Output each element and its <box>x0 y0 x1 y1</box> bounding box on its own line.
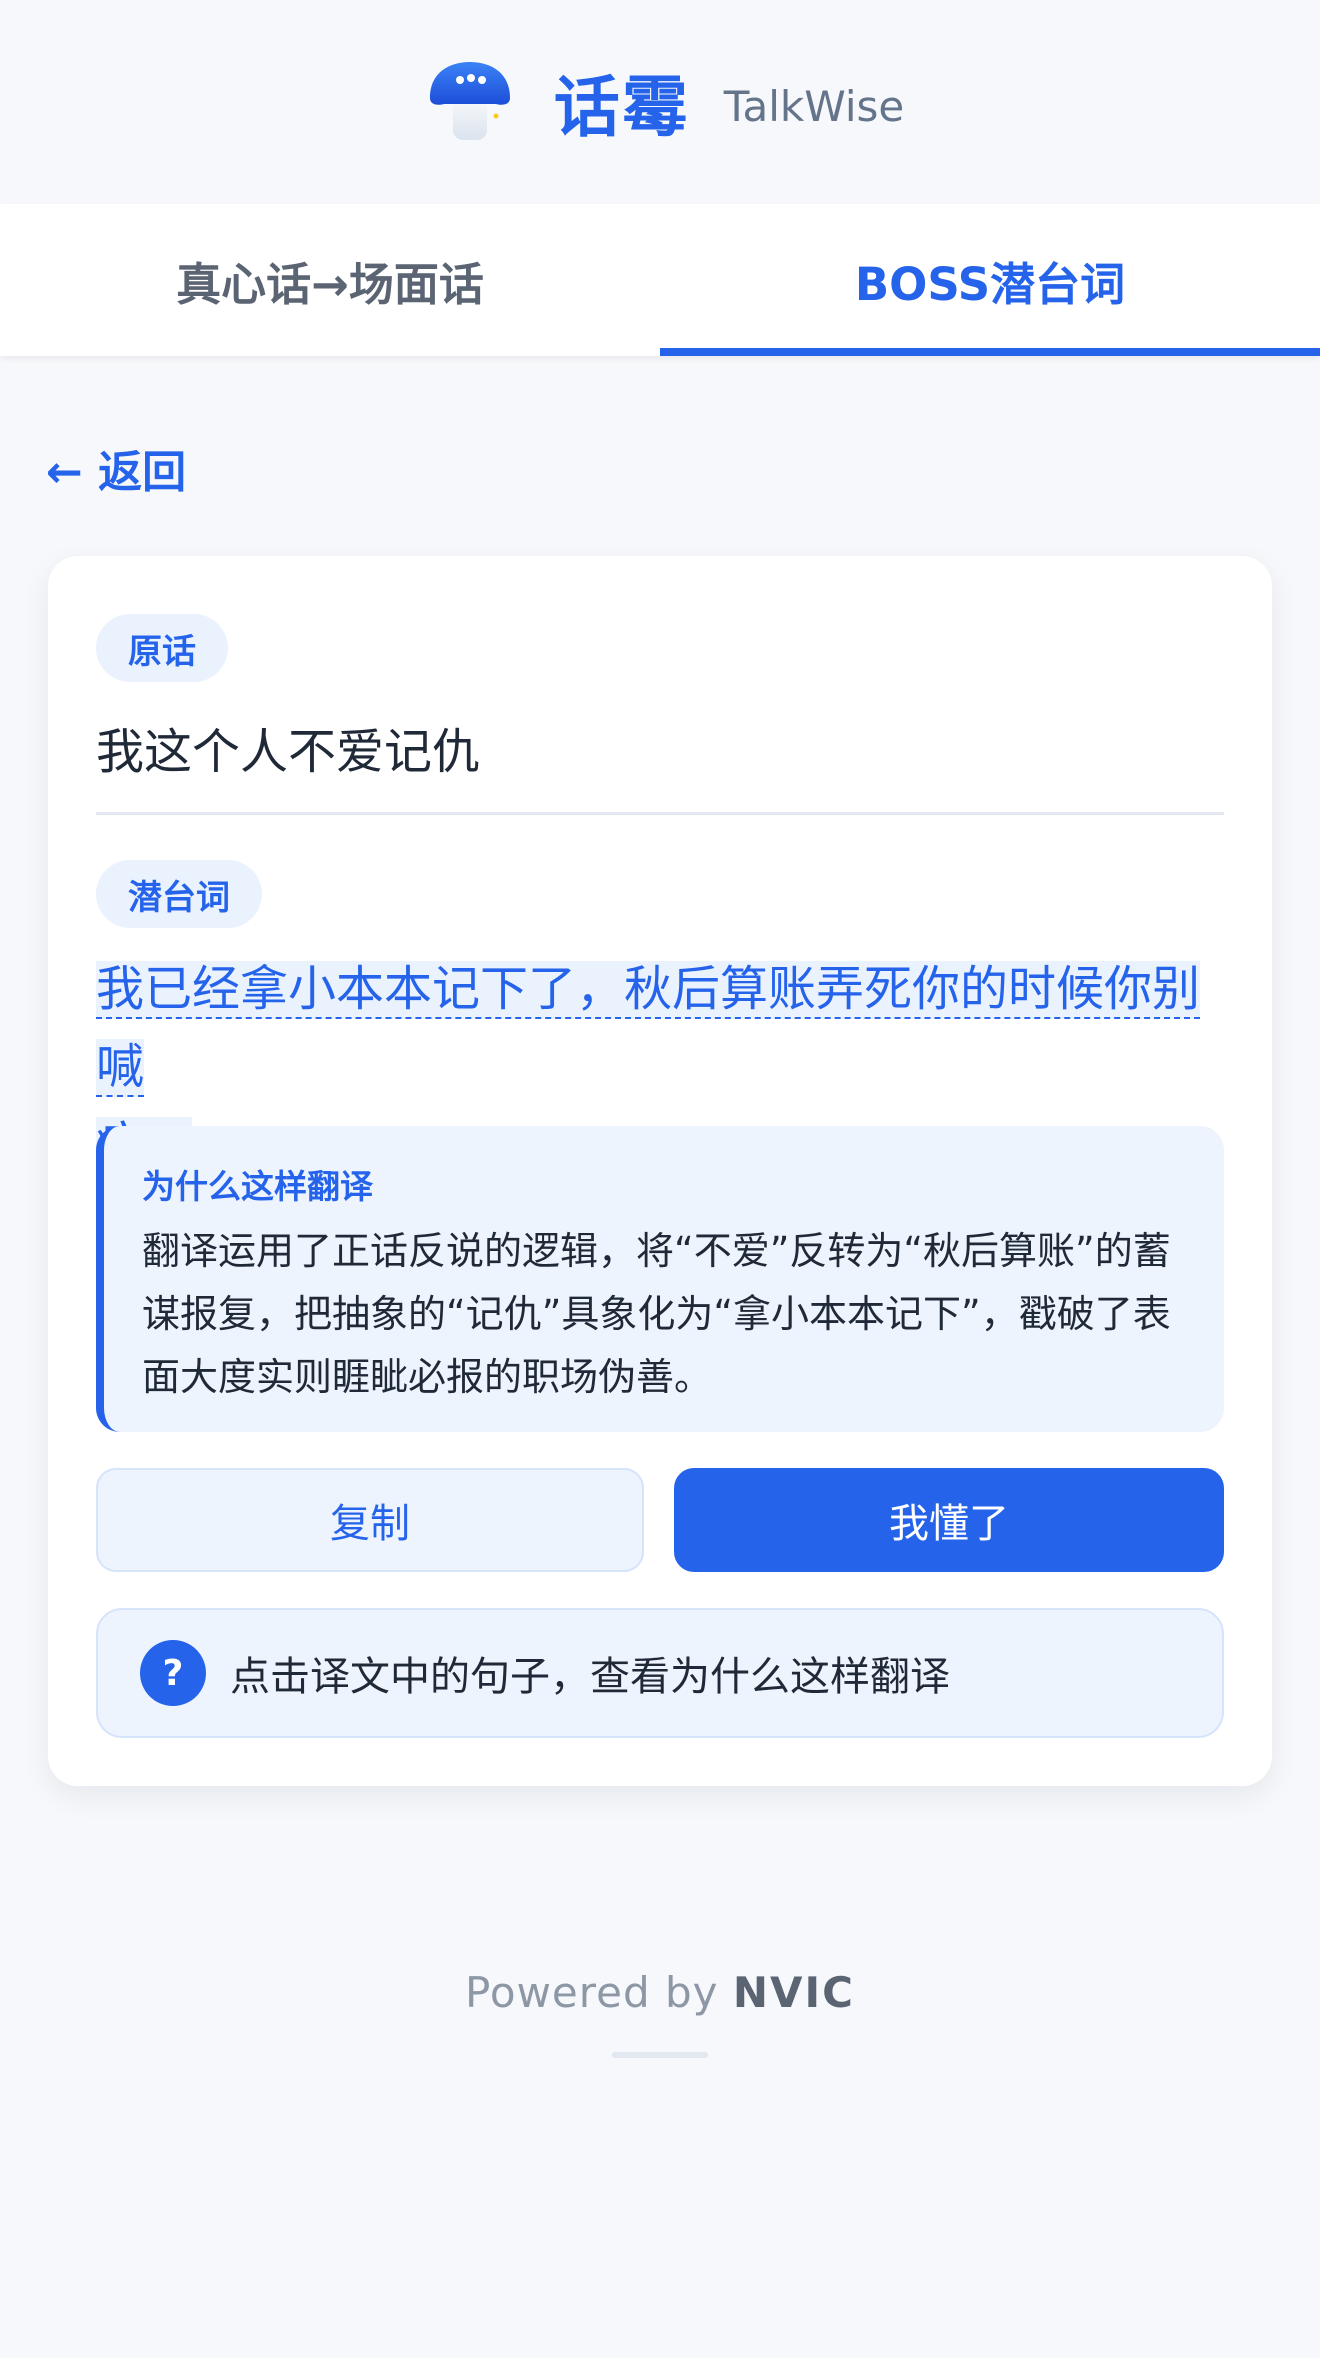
app-name: 话霉 <box>553 69 690 146</box>
tab-boss-subtext[interactable]: BOSS潜台词 <box>660 204 1320 356</box>
explanation-box: 为什么这样翻译 翻译运用了正话反说的逻辑，将“不爱”反转为“秋后算账”的蓄谋报复… <box>96 1126 1224 1432</box>
mode-tabs: 真心话→场面话 BOSS潜台词 <box>0 204 1320 356</box>
got-it-button[interactable]: 我懂了 <box>674 1468 1224 1572</box>
hint-text: 点击译文中的句子，查看为什么这样翻译 <box>230 1654 950 1700</box>
copy-button[interactable]: 复制 <box>96 1468 644 1572</box>
divider <box>96 812 1224 815</box>
app-header: 话霉 TalkWise <box>0 0 1320 204</box>
footer-divider <box>612 2052 708 2058</box>
powered-by-brand: NVIC <box>732 1968 855 2017</box>
question-icon: ? <box>140 1640 206 1706</box>
subtext-label: 潜台词 <box>96 860 262 928</box>
explanation-body: 翻译运用了正话反说的逻辑，将“不爱”反转为“秋后算账”的蓄谋报复，把抽象的“记仇… <box>142 1229 1171 1399</box>
app-subtitle: TalkWise <box>723 81 905 131</box>
original-text: 我这个人不爱记仇 <box>96 724 481 780</box>
mushroom-chat-icon <box>429 62 510 140</box>
tab-truth-to-polite[interactable]: 真心话→场面话 <box>0 204 660 356</box>
powered-by-text: Powered by <box>465 1968 719 2017</box>
hint-banner: ? 点击译文中的句子，查看为什么这样翻译 <box>96 1608 1224 1738</box>
brand: 话霉 TalkWise <box>426 54 904 150</box>
original-label: 原话 <box>96 614 228 682</box>
translation-card: 原话 我这个人不爱记仇 潜台词 我已经拿小本本记下了，秋后算账弄死你的时候你别喊… <box>48 556 1272 1786</box>
explanation-title: 为什么这样翻译 <box>142 1167 373 1206</box>
subtext-sentence[interactable]: 我已经拿小本本记下了，秋后算账弄死你的时候你别喊 <box>96 961 1201 1097</box>
back-button[interactable]: ← 返回 <box>46 436 186 500</box>
footer: Powered by NVIC <box>0 1968 1320 2017</box>
